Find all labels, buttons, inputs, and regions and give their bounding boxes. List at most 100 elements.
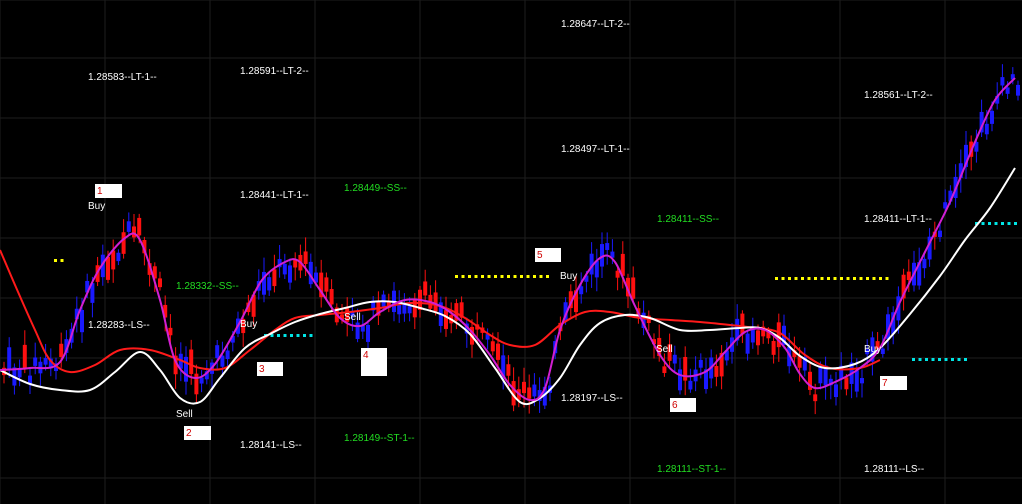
- candle-body: [59, 343, 64, 358]
- candle-body: [688, 380, 693, 390]
- candle-body: [844, 377, 849, 390]
- candle-body: [106, 256, 110, 280]
- signal-labels: Buy Sell Buy Sell Buy Sell Buy: [88, 201, 881, 420]
- candle-body: [407, 306, 412, 314]
- cyan-dot: [918, 358, 922, 361]
- level-label: 1.28441--LT-1--: [240, 190, 309, 201]
- candle-body: [80, 309, 84, 333]
- candle-body: [880, 348, 885, 354]
- yellow-dot: [814, 277, 817, 280]
- yellow-dot: [781, 277, 785, 280]
- cyan-dot: [1014, 222, 1017, 225]
- cyan-dot: [931, 358, 935, 361]
- level-label: 1.28411--LT-1--: [864, 214, 932, 225]
- yellow-dot: [500, 275, 504, 278]
- cyan-dot: [912, 358, 915, 361]
- yellow-dot: [539, 275, 543, 278]
- level-label: 1.28197--LS--: [561, 393, 623, 404]
- yellow-dot: [468, 275, 471, 278]
- yellow-dot: [507, 275, 510, 278]
- candle-body: [189, 349, 194, 374]
- candle-body: [813, 394, 818, 402]
- candle-body: [22, 344, 27, 369]
- level-label: 1.28561--LT-2--: [864, 90, 933, 101]
- yellow-dot: [775, 277, 778, 280]
- cyan-dot: [944, 358, 948, 361]
- yellow-dot: [520, 275, 523, 278]
- candle-body: [672, 354, 677, 364]
- candle-body: [1016, 84, 1020, 96]
- candle-body: [615, 270, 620, 278]
- cyan-dot: [981, 222, 985, 225]
- magenta-smoothed-line: [0, 77, 1016, 402]
- level-label: 1.28449--SS--: [344, 183, 407, 194]
- candle-body: [1005, 87, 1010, 94]
- candle-body: [860, 378, 864, 384]
- yellow-dot: [494, 275, 497, 278]
- yellow-dot: [481, 275, 484, 278]
- box-number: 2: [186, 428, 192, 439]
- box-number: 6: [672, 400, 678, 411]
- candle-body: [527, 387, 532, 399]
- level-label: 1.28111--LS--: [864, 464, 924, 475]
- candle-body: [43, 358, 48, 365]
- candle-body: [740, 313, 745, 335]
- level-label: 1.28141--LS--: [240, 440, 302, 451]
- yellow-dot: [885, 277, 889, 280]
- cyan-dot: [994, 222, 998, 225]
- yellow-dot: [827, 277, 830, 280]
- candle-body: [771, 340, 776, 355]
- candle-body: [33, 357, 38, 366]
- yellow-dot: [546, 275, 549, 278]
- cyan-dot: [938, 358, 941, 361]
- candle-body: [532, 384, 537, 397]
- yellow-dot: [455, 275, 458, 278]
- candle-body: [906, 271, 911, 281]
- yellow-dot: [820, 277, 824, 280]
- cyan-dot: [1001, 222, 1004, 225]
- signal-label-buy: Buy: [240, 319, 257, 330]
- candle-body: [938, 230, 942, 238]
- level-label: 1.28583--LT-1--: [88, 72, 157, 83]
- level-label: 1.28497--LT-1--: [561, 144, 630, 155]
- candle-body: [433, 292, 438, 312]
- candle-body: [631, 277, 636, 299]
- candle-body: [111, 250, 116, 270]
- yellow-dot: [487, 275, 491, 278]
- candle-body: [194, 373, 199, 395]
- yellow-dot: [794, 277, 798, 280]
- signal-label-buy: Buy: [864, 344, 881, 355]
- cyan-dot: [290, 334, 293, 337]
- box-number: 4: [363, 350, 369, 361]
- candle-body: [1000, 77, 1005, 86]
- signal-label-buy: Buy: [560, 271, 577, 282]
- candle-body: [303, 251, 308, 264]
- numbered-boxes: 1 2 3 4 5 6 7: [95, 184, 907, 440]
- cyan-dot: [957, 358, 961, 361]
- yellow-dot: [859, 277, 863, 280]
- candle-body: [745, 333, 750, 354]
- candle-body: [496, 343, 500, 360]
- cyan-dot: [303, 334, 306, 337]
- candle-body: [288, 265, 292, 283]
- signal-label-sell: Sell: [176, 409, 193, 420]
- candle-body: [17, 369, 22, 378]
- yellow-dot: [513, 275, 517, 278]
- box-number: 5: [537, 250, 543, 261]
- cyan-dot: [277, 334, 280, 337]
- box-number: 7: [882, 378, 888, 389]
- candle-body: [282, 263, 287, 275]
- candle-body: [990, 110, 994, 124]
- level-label: 1.28411--SS--: [657, 214, 719, 225]
- candle-body: [267, 277, 272, 291]
- candle-body: [756, 330, 760, 346]
- candle-body: [126, 221, 131, 232]
- yellow-dot: [60, 259, 64, 262]
- price-chart[interactable]: 1.28647--LT-2-- 1.28583--LT-1-- 1.28591--L…: [0, 0, 1022, 504]
- cyan-dot: [296, 334, 300, 337]
- candle-body: [423, 281, 428, 296]
- yellow-dot: [872, 277, 876, 280]
- level-labels: 1.28647--LT-2-- 1.28583--LT-1-- 1.28591--L…: [88, 19, 933, 475]
- cyan-dot: [951, 358, 954, 361]
- candle-body: [605, 243, 610, 250]
